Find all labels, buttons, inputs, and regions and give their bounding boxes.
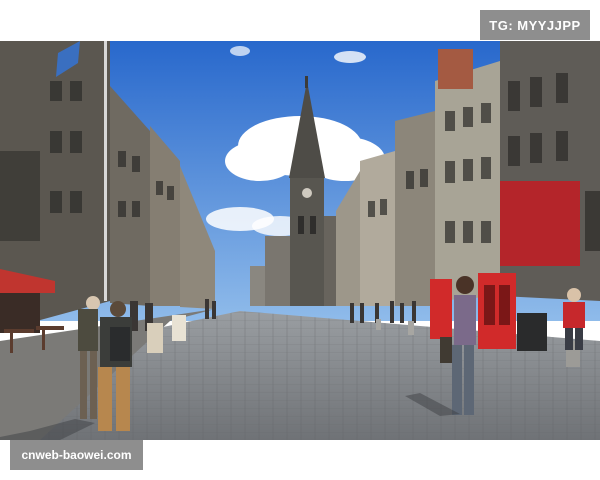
watermark-top-right: TG: MYYJJPP	[480, 10, 590, 40]
street-scene	[0, 41, 600, 440]
watermark-bottom-left: cnweb-baowei.com	[10, 440, 143, 470]
photo	[0, 41, 600, 440]
